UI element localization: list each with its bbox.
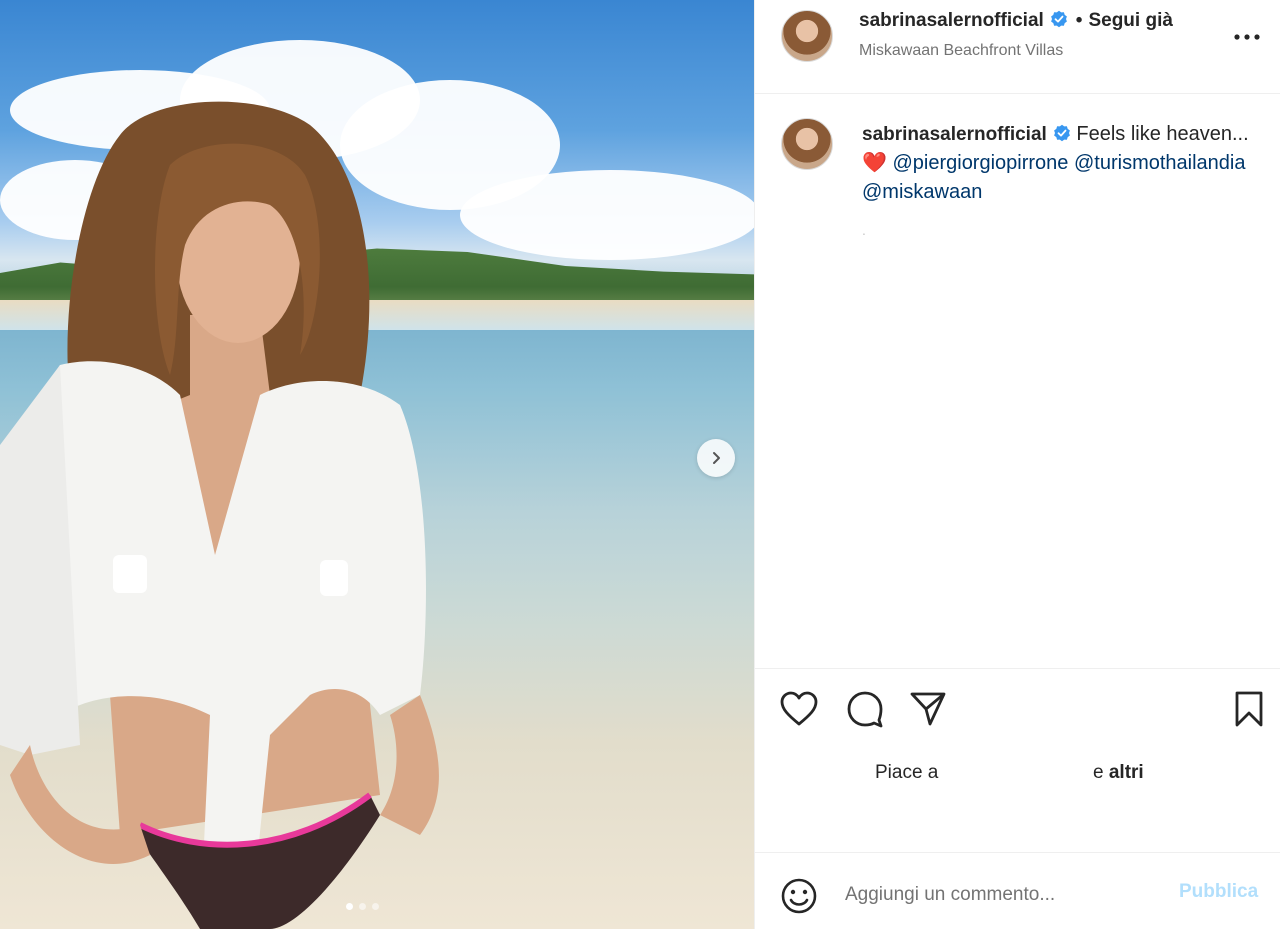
mention-link[interactable]: @miskawaan	[862, 181, 982, 203]
post-media[interactable]	[0, 0, 754, 929]
location-link[interactable]: Miskawaan Beachfront Villas	[859, 42, 1063, 60]
carousel-dot	[359, 903, 366, 910]
carousel-indicator	[346, 903, 379, 910]
emoji-button[interactable]	[779, 876, 819, 916]
bookmark-button[interactable]	[1229, 690, 1269, 730]
mention-link[interactable]: @piergiorgiopirrone	[892, 152, 1068, 174]
action-bar	[755, 690, 1280, 734]
more-options-icon	[1234, 33, 1260, 40]
caption-body: Feels like heaven...	[1076, 123, 1249, 145]
follow-status-button[interactable]: Segui già	[1088, 10, 1172, 31]
post-header: sabrinasalernofficial • Segui già Miskawa…	[755, 0, 1280, 94]
header-username[interactable]: sabrinasalernofficial	[859, 10, 1044, 31]
next-slide-button[interactable]	[697, 439, 735, 477]
verified-badge-icon	[1053, 124, 1070, 142]
verified-badge-icon	[1050, 10, 1067, 28]
likes-others[interactable]: e altri	[1093, 762, 1144, 784]
likes-connector: e	[1093, 762, 1104, 783]
comment-bar: Pubblica	[755, 852, 1280, 929]
heart-icon	[780, 691, 818, 725]
header-user-line: sabrinasalernofficial • Segui già	[859, 10, 1173, 32]
caption-spacer-dot: .	[862, 222, 866, 238]
comment-button[interactable]	[845, 690, 885, 730]
chevron-right-icon	[713, 452, 720, 464]
like-button[interactable]	[779, 690, 819, 730]
likes-prefix: Piace a	[875, 762, 939, 783]
caption-username[interactable]: sabrinasalernofficial	[862, 124, 1047, 145]
more-options-button[interactable]	[1231, 22, 1263, 50]
mention-link[interactable]: @turismothailandia	[1074, 152, 1246, 174]
publish-button[interactable]: Pubblica	[1179, 881, 1258, 903]
separator-dot: •	[1075, 10, 1083, 31]
post-side-panel: sabrinasalernofficial • Segui già Miskawa…	[754, 0, 1280, 929]
share-button[interactable]	[908, 690, 948, 730]
carousel-dot	[372, 903, 379, 910]
likes-others-label[interactable]: altri	[1109, 762, 1144, 783]
comment-input[interactable]	[845, 879, 1145, 911]
cloud	[460, 170, 754, 260]
person-photo	[0, 101, 439, 929]
bookmark-icon	[1235, 691, 1263, 727]
share-icon	[910, 692, 946, 726]
caption-text: sabrinasalernofficial Feels like heaven.…	[862, 120, 1262, 207]
heart-emoji: ❤️	[862, 152, 887, 174]
caption-section: sabrinasalernofficial Feels like heaven.…	[755, 94, 1280, 669]
emoji-icon	[781, 878, 817, 914]
avatar[interactable]	[781, 10, 833, 62]
caption-avatar[interactable]	[781, 118, 833, 170]
comment-icon	[847, 691, 883, 728]
carousel-dot-active	[346, 903, 353, 910]
